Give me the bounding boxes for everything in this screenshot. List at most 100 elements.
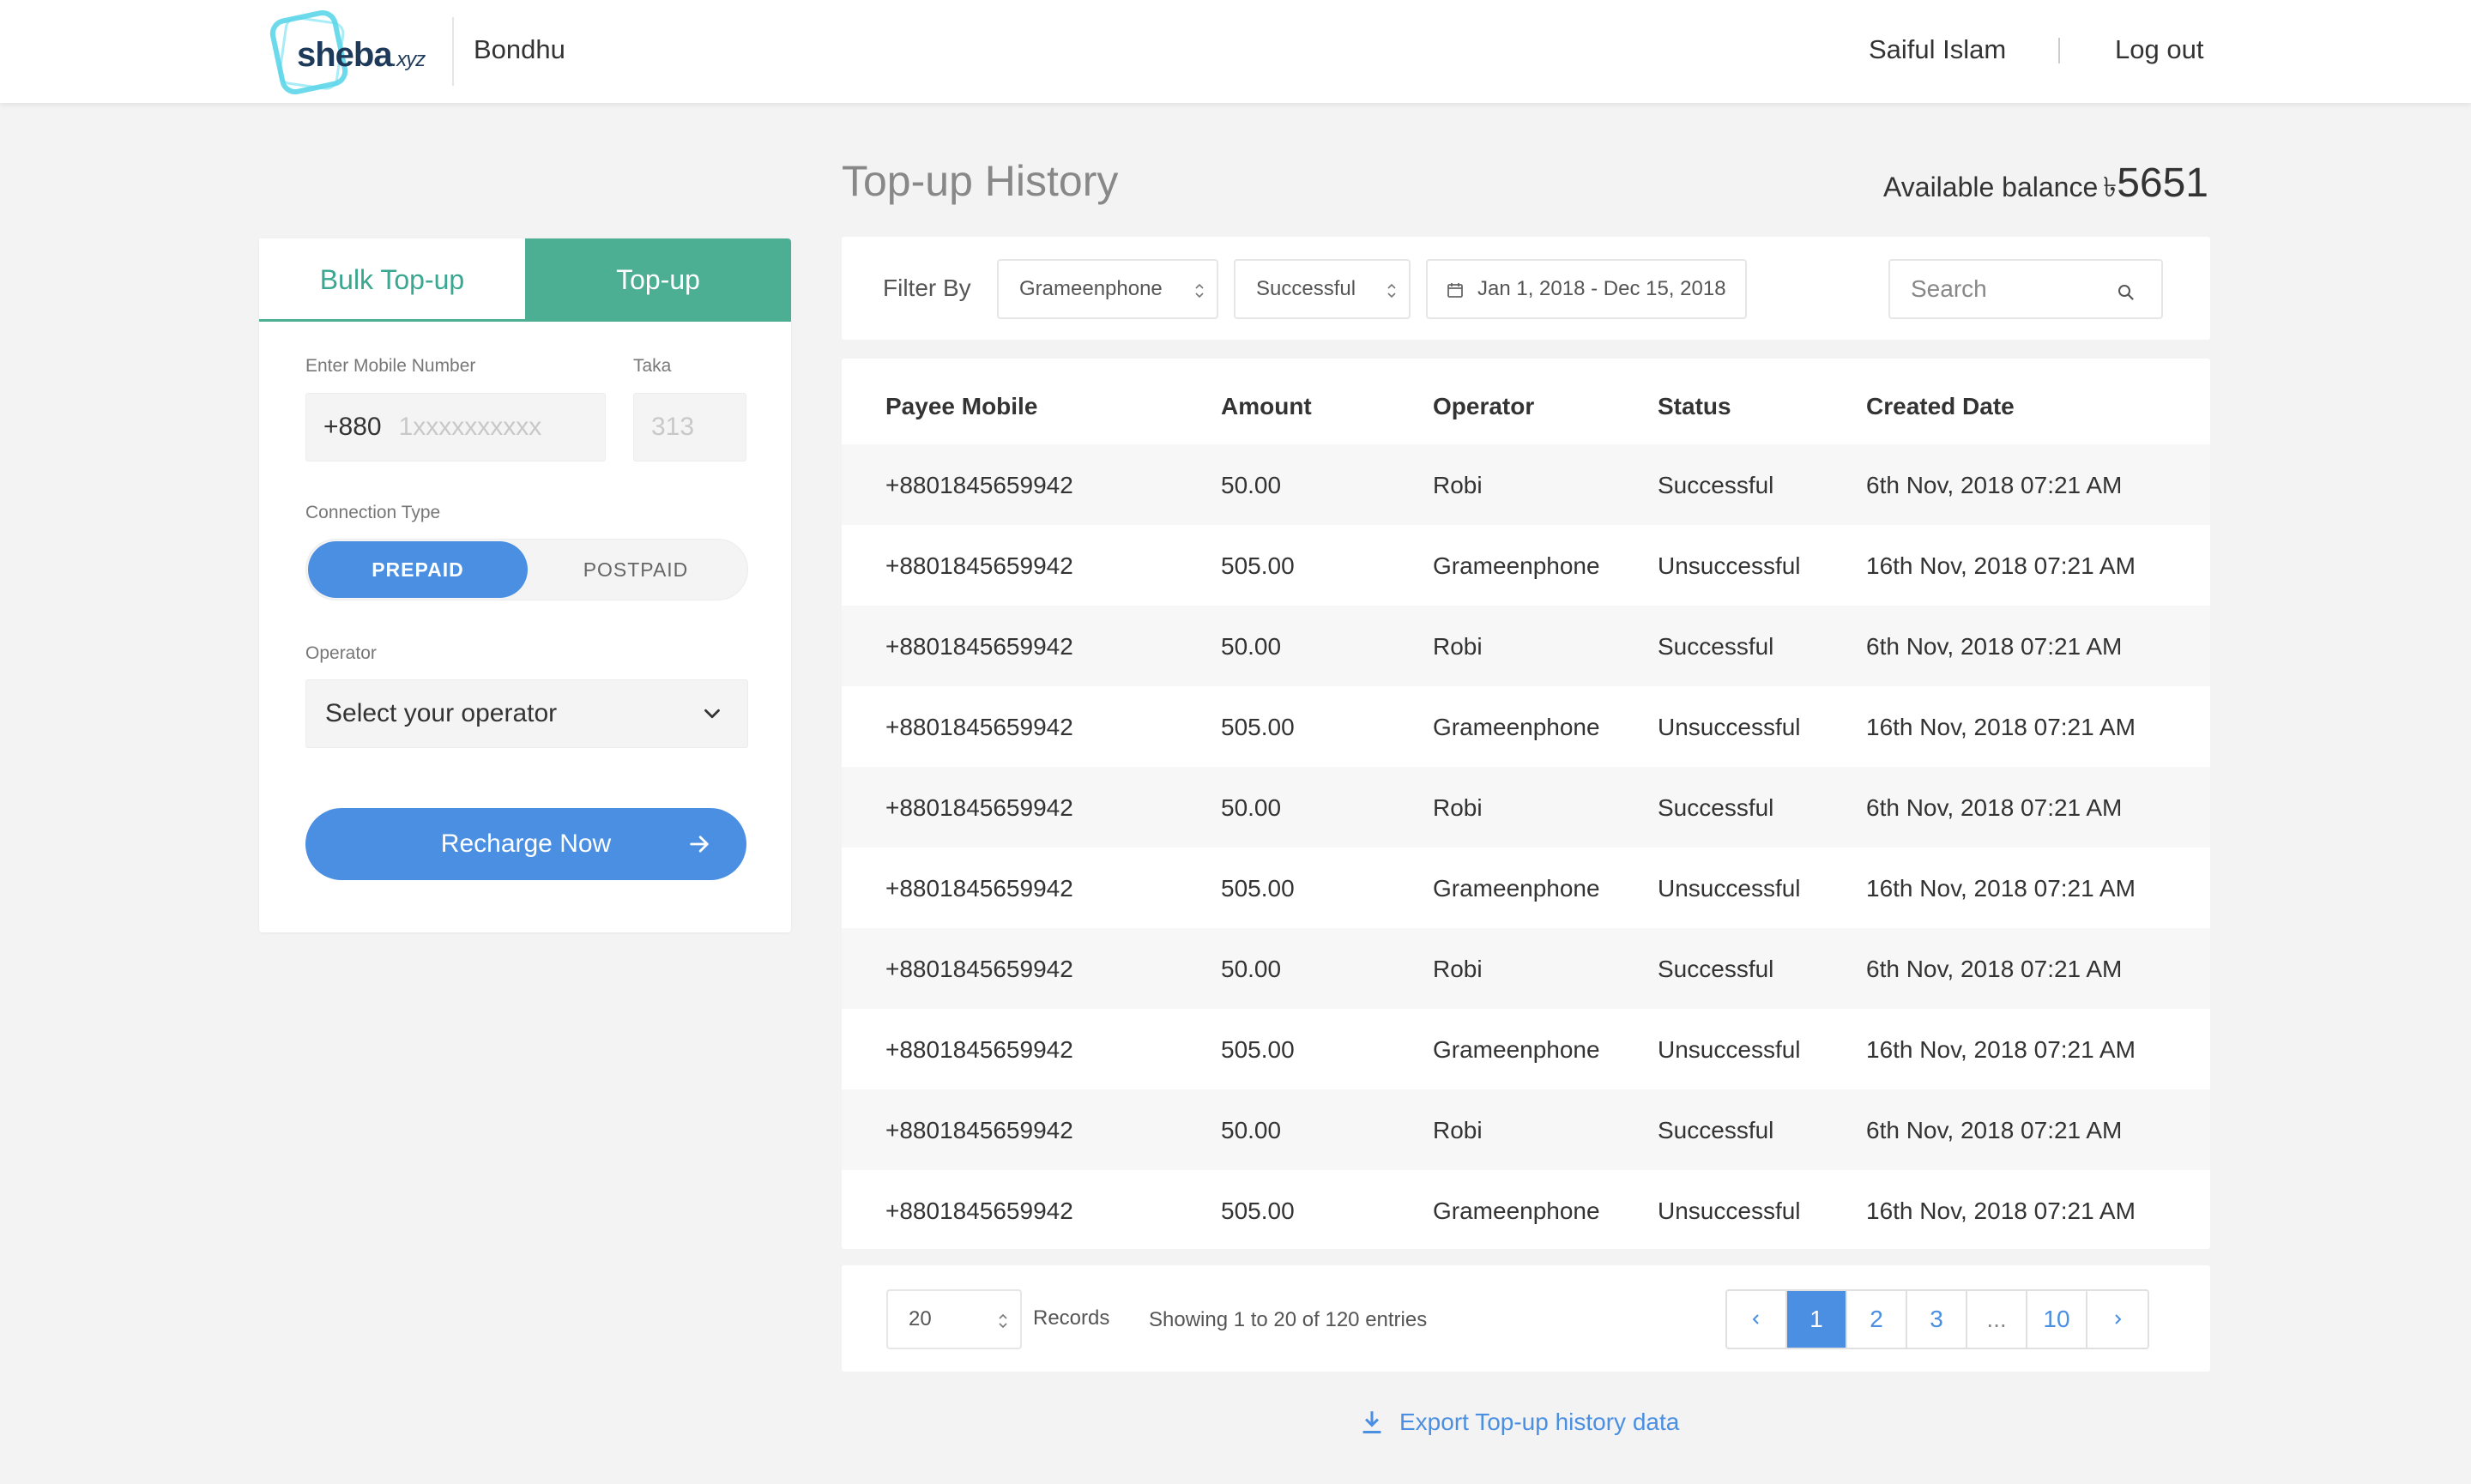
operator-select[interactable]: Select your operator (305, 679, 748, 748)
table-row[interactable]: +8801845659942 50.00 Robi Successful 6th Nov… (842, 1089, 2210, 1170)
table-row[interactable]: +8801845659942 50.00 Robi Successful 6th Nov… (842, 928, 2210, 1009)
table-row[interactable]: +8801845659942 50.00 Robi Successful 6th Nov… (842, 606, 2210, 686)
showing-entries-text: Showing 1 to 20 of 120 entries (1149, 1308, 1428, 1331)
prepaid-option[interactable]: PREPAID (308, 541, 528, 598)
pagination-bar: 20 Records Showing 1 to 20 of 120 entrie… (842, 1265, 2210, 1372)
balance-amount: 5651 (2117, 160, 2208, 206)
top-navbar: sheba.xyz Bondhu Saiful Islam Log out (0, 0, 2471, 103)
download-icon (1362, 1411, 1381, 1434)
export-history-label: Export Top-up history data (1399, 1409, 1680, 1435)
mobile-number-label: Enter Mobile Number (305, 356, 476, 376)
cell-amount: 50.00 (1221, 633, 1282, 660)
cell-payee-mobile: +8801845659942 (885, 794, 1073, 821)
date-range-picker[interactable]: Jan 1, 2018 - Dec 15, 2018 (1426, 259, 1747, 319)
taka-input[interactable] (651, 413, 737, 442)
tab-bulk-topup[interactable]: Bulk Top-up (259, 238, 525, 321)
table-header: Payee Mobile Amount Operator Status Crea… (842, 359, 2210, 444)
page-ellipsis: ... (1967, 1291, 2027, 1348)
cell-operator: Robi (1433, 472, 1483, 498)
cell-operator: Grameenphone (1433, 1197, 1600, 1224)
cell-payee-mobile: +8801845659942 (885, 472, 1073, 498)
cell-created-date: 16th Nov, 2018 07:21 AM (1866, 1197, 2136, 1224)
table-row[interactable]: +8801845659942 505.00 Grameenphone Unsucces… (842, 848, 2210, 928)
topup-panel: Bulk Top-up Top-up Enter Mobile Number T… (259, 238, 791, 932)
page-button-10[interactable]: 10 (2027, 1291, 2087, 1348)
records-per-page-select[interactable]: 20 (886, 1289, 1022, 1349)
column-header-status[interactable]: Status (1658, 393, 1731, 420)
cell-created-date: 16th Nov, 2018 07:21 AM (1866, 875, 2136, 902)
cell-amount: 50.00 (1221, 794, 1282, 821)
page-button-3[interactable]: 3 (1907, 1291, 1967, 1348)
cell-status: Successful (1658, 633, 1774, 660)
operator-filter-select[interactable]: Grameenphone (997, 259, 1218, 319)
export-history-link[interactable]: Export Top-up history data (1360, 1409, 1679, 1436)
cell-payee-mobile: +8801845659942 (885, 1117, 1073, 1143)
taka-label: Taka (633, 356, 672, 376)
prev-page-button[interactable] (1727, 1291, 1787, 1348)
column-header-payee-mobile[interactable]: Payee Mobile (885, 393, 1037, 420)
cell-status: Successful (1658, 956, 1774, 982)
cell-created-date: 6th Nov, 2018 07:21 AM (1866, 956, 2123, 982)
cell-status: Successful (1658, 794, 1774, 821)
table-row[interactable]: +8801845659942 50.00 Robi Successful 6th Nov… (842, 767, 2210, 848)
records-per-page-value: 20 (909, 1307, 932, 1330)
filter-by-label: Filter By (883, 274, 971, 301)
logout-link[interactable]: Log out (2115, 34, 2203, 65)
cell-amount: 50.00 (1221, 956, 1282, 982)
page-button-2[interactable]: 2 (1847, 1291, 1907, 1348)
cell-created-date: 6th Nov, 2018 07:21 AM (1866, 794, 2123, 821)
cell-operator: Robi (1433, 956, 1483, 982)
table-row[interactable]: +8801845659942 505.00 Grameenphone Unsucces… (842, 1009, 2210, 1089)
cell-payee-mobile: +8801845659942 (885, 956, 1073, 982)
nav-separator (2058, 38, 2060, 63)
filter-bar: Filter By Grameenphone Successful Jan 1,… (842, 237, 2210, 340)
cell-payee-mobile: +8801845659942 (885, 714, 1073, 740)
cell-status: Unsuccessful (1658, 875, 1801, 902)
cell-payee-mobile: +8801845659942 (885, 633, 1073, 660)
recharge-now-button[interactable]: Recharge Now (305, 808, 746, 880)
cell-amount: 505.00 (1221, 714, 1295, 740)
table-row[interactable]: +8801845659942 505.00 Grameenphone Unsucces… (842, 686, 2210, 767)
postpaid-option[interactable]: POSTPAID (524, 541, 747, 598)
cell-amount: 50.00 (1221, 472, 1282, 498)
operator-filter-value: Grameenphone (1019, 277, 1163, 300)
balance-label: Available balance (1883, 172, 2099, 202)
topup-history-table: Payee Mobile Amount Operator Status Crea… (842, 359, 2210, 1249)
column-header-amount[interactable]: Amount (1221, 393, 1312, 420)
date-range-value: Jan 1, 2018 - Dec 15, 2018 (1477, 277, 1726, 300)
brand-name: Bondhu (474, 34, 565, 64)
page-button-1[interactable]: 1 (1787, 1291, 1847, 1348)
sheba-logo[interactable]: sheba.xyz (267, 7, 432, 98)
page-title: Top-up History (842, 157, 1119, 205)
chevron-right-icon (2115, 1314, 2122, 1324)
search-icon[interactable] (2117, 283, 2136, 302)
cell-payee-mobile: +8801845659942 (885, 875, 1073, 902)
search-field (1888, 259, 2163, 319)
logo-divider (452, 17, 454, 86)
cell-status: Unsuccessful (1658, 552, 1801, 579)
cell-amount: 505.00 (1221, 1197, 1295, 1224)
mobile-number-input[interactable] (398, 413, 596, 442)
table-row[interactable]: +8801845659942 50.00 Robi Successful 6th Nov… (842, 444, 2210, 525)
status-filter-value: Successful (1256, 277, 1356, 300)
taka-field (633, 393, 746, 461)
next-page-button[interactable] (2087, 1291, 2148, 1348)
chevron-down-icon (704, 709, 720, 719)
cell-status: Unsuccessful (1658, 1197, 1801, 1224)
connection-type-toggle: POSTPAID PREPAID (305, 539, 748, 600)
sort-updown-icon (1387, 283, 1396, 299)
recharge-now-label: Recharge Now (440, 829, 612, 858)
cell-operator: Robi (1433, 794, 1483, 821)
tab-topup[interactable]: Top-up (525, 238, 791, 321)
cell-operator: Robi (1433, 633, 1483, 660)
table-row[interactable]: +8801845659942 505.00 Grameenphone Unsucces… (842, 525, 2210, 606)
cell-created-date: 6th Nov, 2018 07:21 AM (1866, 1117, 2123, 1143)
table-row[interactable]: +8801845659942 505.00 Grameenphone Unsucces… (842, 1170, 2210, 1251)
sort-updown-icon (999, 1313, 1007, 1329)
operator-select-value: Select your operator (325, 699, 558, 727)
search-input[interactable] (1911, 275, 2108, 303)
status-filter-select[interactable]: Successful (1234, 259, 1411, 319)
column-header-operator[interactable]: Operator (1433, 393, 1534, 420)
column-header-created-date[interactable]: Created Date (1866, 393, 2015, 420)
user-name-link[interactable]: Saiful Islam (1869, 34, 2006, 65)
